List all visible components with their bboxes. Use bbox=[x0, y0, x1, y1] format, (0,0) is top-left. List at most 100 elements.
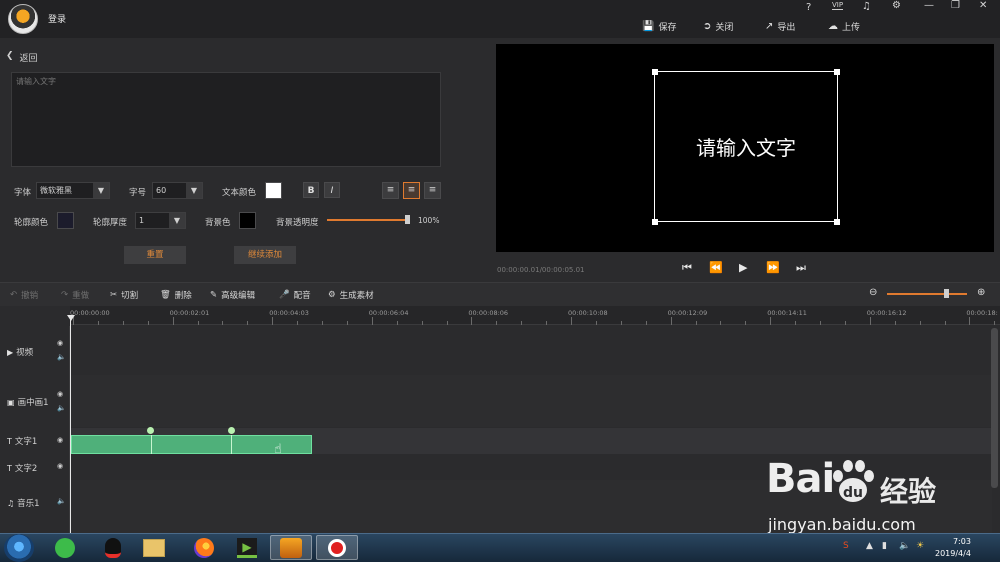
eye-icon[interactable]: ◉ bbox=[57, 339, 63, 347]
step-forward-icon[interactable]: ⏩ bbox=[766, 261, 780, 274]
track-label-text2: T 文字2 bbox=[7, 463, 38, 475]
taskbar-app-icon[interactable]: ▶ bbox=[226, 535, 268, 560]
bg-opacity-slider-handle[interactable] bbox=[405, 215, 410, 224]
app-logo[interactable] bbox=[8, 4, 38, 34]
upload-button[interactable]: ☁ 上传 bbox=[828, 18, 860, 34]
align-left-icon: ≡ bbox=[386, 185, 395, 195]
advanced-edit-label: 高级编辑 bbox=[221, 291, 256, 301]
window-close-icon[interactable]: ✕ bbox=[979, 0, 987, 11]
export-button[interactable]: ↗ 导出 bbox=[765, 18, 795, 34]
continue-add-button[interactable]: 继续添加 bbox=[234, 246, 296, 264]
bell-icon[interactable]: ♫ bbox=[862, 1, 871, 12]
tray-sogou-icon[interactable]: S bbox=[843, 541, 849, 551]
export-icon: ↗ bbox=[765, 20, 774, 32]
timeline-ruler[interactable] bbox=[70, 306, 1000, 325]
keyframe-marker[interactable] bbox=[147, 427, 154, 434]
eye-icon[interactable]: ◉ bbox=[57, 462, 63, 470]
taskbar-explorer-icon[interactable] bbox=[133, 535, 175, 560]
resize-handle[interactable] bbox=[652, 219, 658, 225]
chevron-down-icon: ▼ bbox=[93, 183, 109, 198]
help-icon[interactable]: ? bbox=[806, 2, 811, 13]
ruler-tick bbox=[272, 317, 274, 325]
playhead[interactable] bbox=[70, 316, 71, 533]
undo-button[interactable]: ↶ 撤销 bbox=[10, 289, 38, 301]
restore-icon[interactable]: ❐ bbox=[951, 0, 960, 11]
cut-button[interactable]: ✂ 切割 bbox=[110, 289, 138, 301]
size-select[interactable]: 60 ▼ bbox=[152, 182, 203, 199]
gear-icon[interactable]: ⚙ bbox=[892, 0, 901, 11]
outline-color-swatch[interactable] bbox=[57, 212, 74, 229]
reset-button[interactable]: 重置 bbox=[124, 246, 186, 264]
align-center-button[interactable]: ≡ bbox=[403, 182, 420, 199]
skip-end-icon[interactable]: ⏭ bbox=[796, 261, 806, 275]
tray-battery-icon[interactable]: ▮ bbox=[882, 541, 887, 551]
redo-label: 重做 bbox=[72, 291, 90, 301]
outline-width-label: 轮廓厚度 bbox=[93, 218, 128, 228]
dub-button[interactable]: 🎤 配音 bbox=[279, 289, 311, 301]
ruler-tick bbox=[720, 321, 722, 325]
bg-opacity-value: 100% bbox=[418, 216, 440, 225]
ruler-tick bbox=[346, 321, 348, 325]
zoom-slider[interactable] bbox=[887, 293, 967, 295]
timeline-scrollbar[interactable] bbox=[991, 328, 998, 488]
taskbar-clock[interactable]: 7:03 2019/4/4 bbox=[935, 536, 971, 560]
preview-text-box[interactable]: 请输入文字 bbox=[654, 71, 838, 222]
delete-button[interactable]: 🗑 删除 bbox=[160, 289, 192, 301]
volume-icon[interactable]: 🔈 bbox=[57, 497, 66, 505]
svg-text:du: du bbox=[843, 485, 863, 501]
login-link[interactable]: 登录 bbox=[48, 12, 66, 25]
minimize-icon[interactable]: — bbox=[924, 0, 934, 11]
text-color-label: 文本颜色 bbox=[222, 188, 257, 198]
taskbar-video-editor-icon[interactable] bbox=[270, 535, 312, 560]
outline-width-select[interactable]: 1 ▼ bbox=[135, 212, 186, 229]
eye-icon[interactable]: ◉ bbox=[57, 390, 63, 398]
vip-icon[interactable]: VIP bbox=[832, 1, 844, 10]
bold-button[interactable]: B bbox=[303, 182, 319, 198]
align-left-button[interactable]: ≡ bbox=[382, 182, 399, 199]
playhead-handle[interactable] bbox=[67, 315, 75, 321]
tray-network-icon[interactable]: ☀ bbox=[916, 541, 924, 551]
volume-icon[interactable]: 🔈 bbox=[57, 404, 66, 412]
taskbar-firefox-icon[interactable] bbox=[183, 535, 225, 560]
resize-handle[interactable] bbox=[652, 69, 658, 75]
taskbar-qq-icon[interactable] bbox=[92, 535, 134, 560]
ruler-tick bbox=[770, 317, 772, 325]
taskbar-record-icon[interactable] bbox=[316, 535, 358, 560]
step-back-icon[interactable]: ⏪ bbox=[709, 261, 723, 274]
skip-start-icon[interactable]: ⏮ bbox=[682, 261, 692, 275]
align-right-button[interactable]: ≡ bbox=[424, 182, 441, 199]
tray-expand-icon[interactable]: ▲ bbox=[866, 541, 873, 551]
track-label-text1: T 文字1 bbox=[7, 436, 38, 448]
tray-volume-icon[interactable]: 🔈 bbox=[899, 541, 910, 551]
bg-color-swatch[interactable] bbox=[239, 212, 256, 229]
back-button[interactable]: ❮ 返回 bbox=[6, 51, 38, 64]
video-icon: ▶ bbox=[7, 347, 14, 357]
baidu-watermark-url: jingyan.baidu.com bbox=[768, 515, 916, 534]
volume-icon[interactable]: 🔈 bbox=[57, 353, 66, 361]
zoom-in-icon[interactable]: ⊕ bbox=[977, 287, 985, 298]
keyframe-marker[interactable] bbox=[228, 427, 235, 434]
font-select[interactable]: 微软雅黑 ▼ bbox=[36, 182, 110, 199]
zoom-slider-handle[interactable] bbox=[944, 289, 949, 298]
save-icon: 💾 bbox=[642, 20, 655, 32]
resize-handle[interactable] bbox=[834, 219, 840, 225]
advanced-edit-button[interactable]: ✎ 高级编辑 bbox=[210, 289, 255, 301]
italic-button[interactable]: I bbox=[324, 182, 340, 198]
generate-material-button[interactable]: ⚙ 生成素材 bbox=[328, 289, 374, 301]
chevron-left-icon: ❮ bbox=[6, 51, 14, 61]
text-color-swatch[interactable] bbox=[265, 182, 282, 199]
zoom-out-icon[interactable]: ⊖ bbox=[869, 287, 877, 298]
taskbar-browser-icon[interactable] bbox=[44, 535, 86, 560]
baidu-watermark-logo: Bai bbox=[766, 456, 835, 502]
text-input[interactable] bbox=[11, 72, 441, 167]
play-icon[interactable]: ▶ bbox=[739, 261, 747, 274]
text-icon: T bbox=[7, 463, 12, 473]
resize-handle[interactable] bbox=[834, 69, 840, 75]
save-button[interactable]: 💾 保存 bbox=[642, 18, 676, 34]
redo-button[interactable]: ↷ 重做 bbox=[61, 289, 89, 301]
close-project-button[interactable]: ➲ 关闭 bbox=[703, 18, 733, 34]
eye-icon[interactable]: ◉ bbox=[57, 436, 63, 444]
bg-opacity-slider[interactable] bbox=[327, 219, 409, 221]
start-button[interactable] bbox=[4, 534, 34, 562]
align-right-icon: ≡ bbox=[428, 185, 437, 195]
